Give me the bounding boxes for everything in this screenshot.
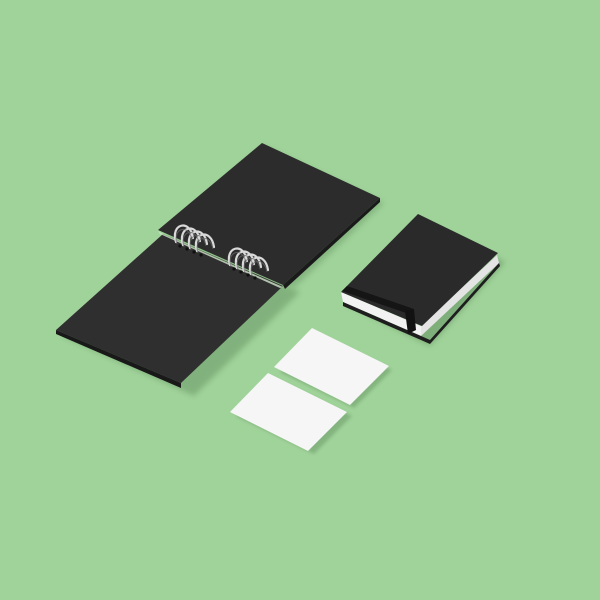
scene-canvas bbox=[0, 0, 600, 600]
stationery-mockup-scene bbox=[0, 0, 600, 600]
